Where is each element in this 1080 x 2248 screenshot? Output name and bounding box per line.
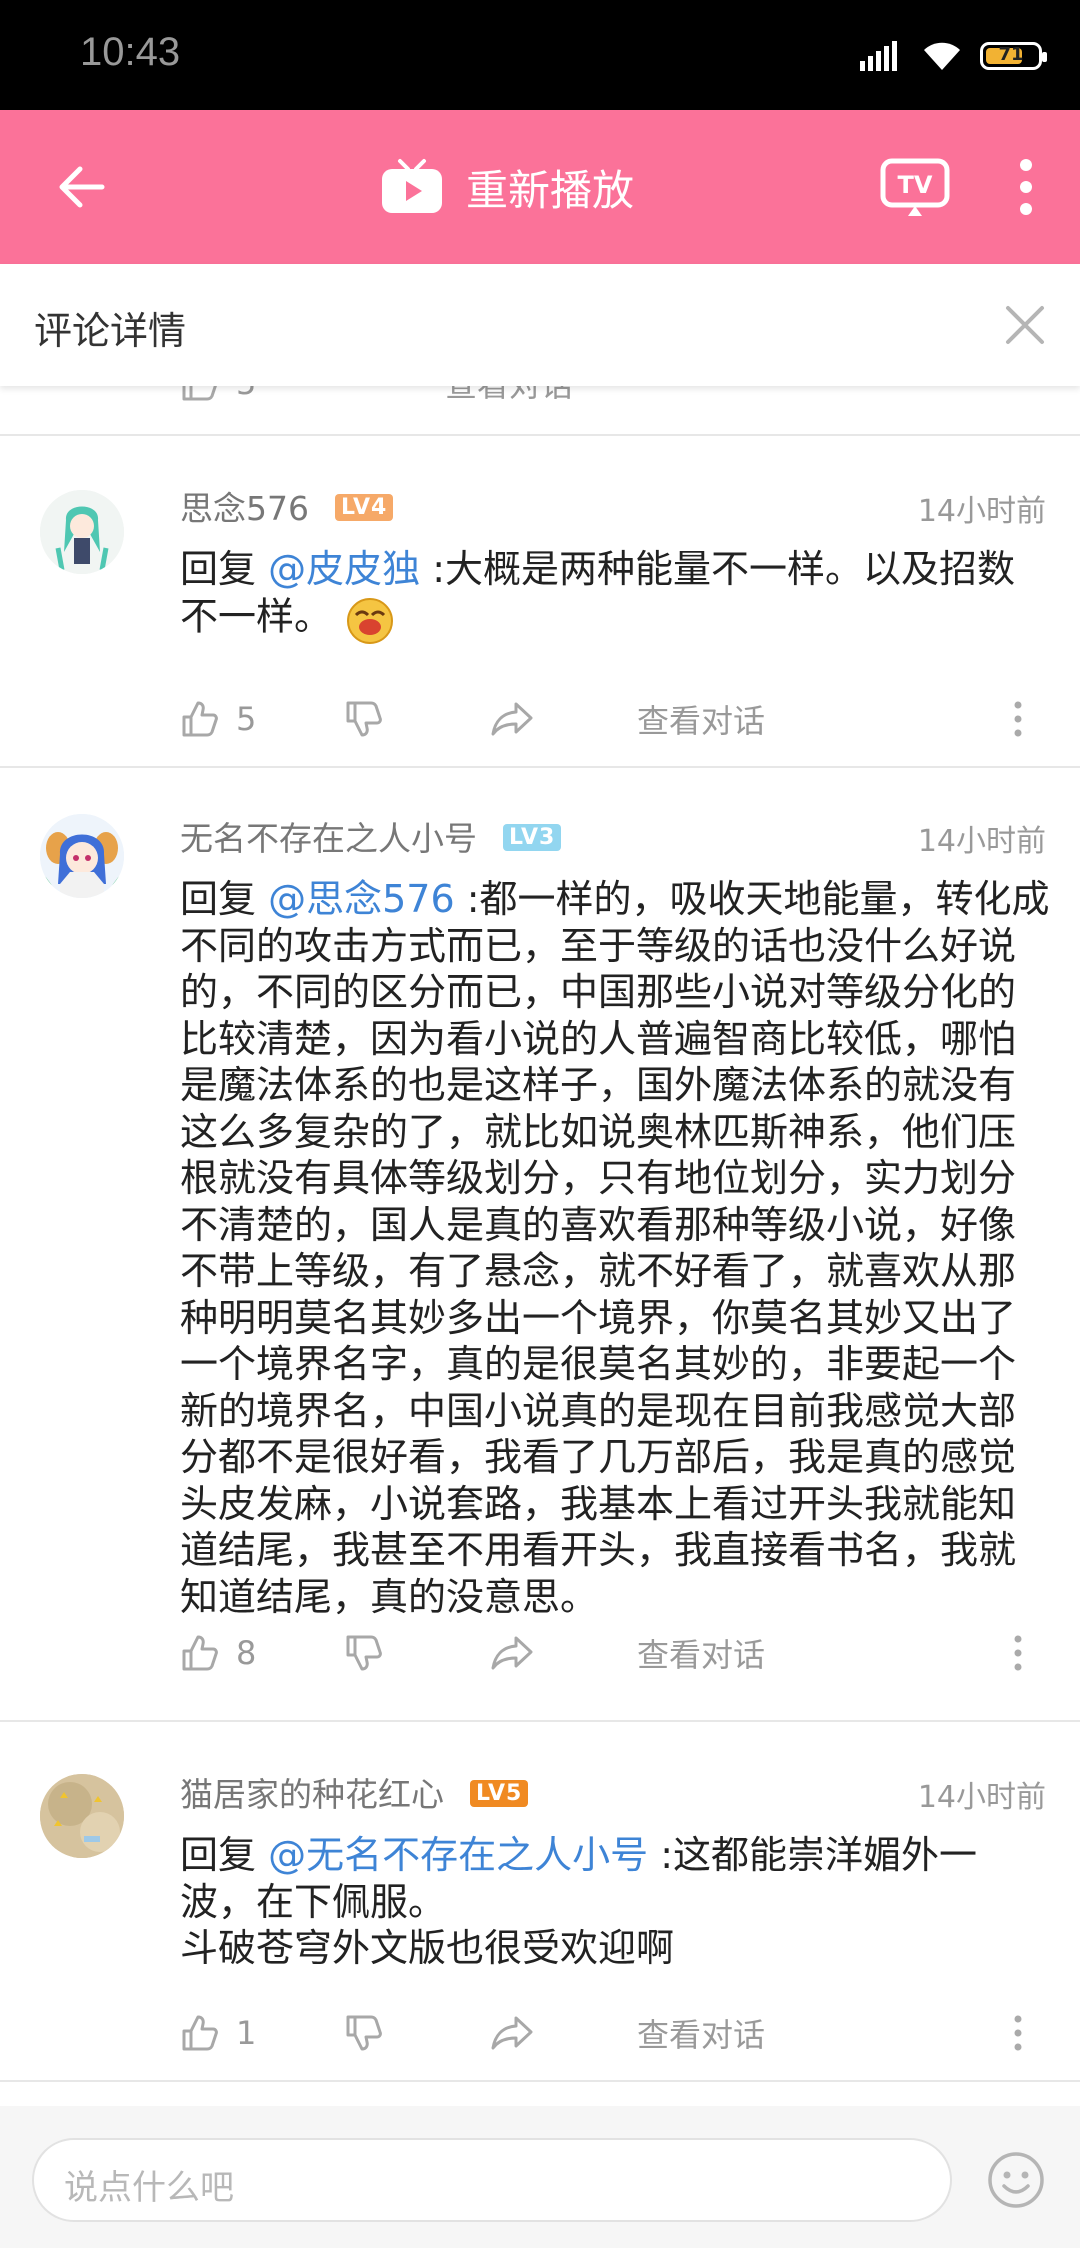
smiley-face-icon	[988, 2152, 1044, 2208]
like-button[interactable]: 1	[180, 2008, 256, 2058]
thumbs-up-icon	[182, 1635, 218, 1671]
share-button[interactable]	[490, 1628, 534, 1678]
more-vertical-icon	[1014, 1635, 1022, 1671]
emoji-button[interactable]	[986, 2150, 1046, 2210]
comment-time: 14小时前	[917, 824, 1046, 859]
share-button[interactable]	[490, 694, 534, 744]
thumbs-down-icon	[346, 701, 382, 737]
battery-icon: 71	[980, 42, 1047, 70]
username-row: 无名不存在之人小号 LV3	[180, 812, 562, 860]
share-arrow-icon	[491, 2016, 533, 2050]
thumbs-down-icon	[346, 2015, 382, 2051]
more-menu-button[interactable]	[1000, 154, 1052, 220]
like-count: 8	[236, 1634, 257, 1672]
level-badge: LV4	[335, 494, 394, 521]
avatar[interactable]	[40, 814, 124, 898]
comment-detail-title: 评论详情	[34, 309, 187, 353]
comment-more-button[interactable]	[1006, 694, 1030, 744]
comment-input[interactable]: 说点什么吧	[32, 2138, 952, 2222]
action-bar: 8 查看对话	[180, 1628, 1050, 1678]
like-button[interactable]: 8	[180, 1628, 256, 1678]
avatar-image-icon	[40, 1774, 124, 1858]
dislike-button[interactable]	[344, 694, 384, 744]
cast-tv-button[interactable]: TV	[880, 158, 950, 218]
tv-cast-icon: TV	[880, 158, 950, 216]
laughing-emoji-icon	[347, 597, 394, 644]
mention-link[interactable]: @思念576	[268, 877, 455, 921]
more-vertical-icon	[1020, 159, 1032, 215]
divider	[0, 2080, 1080, 2082]
share-button[interactable]	[490, 2008, 534, 2058]
comment-more-button[interactable]	[1006, 1628, 1030, 1678]
comment-input-placeholder: 说点什么吧	[64, 2168, 234, 2208]
back-button[interactable]	[48, 154, 114, 220]
close-icon	[1006, 306, 1044, 344]
play-tv-icon	[382, 159, 442, 213]
comment-more-button[interactable]	[1006, 2008, 1030, 2058]
comment-text: 回复 @皮皮独 :大概是两种能量不一样。以及招数不一样。	[180, 546, 1050, 645]
username-row: 思念576 LV4	[180, 482, 394, 530]
level-badge: LV3	[503, 824, 562, 851]
replay-button[interactable]: 重新播放	[380, 152, 634, 222]
more-vertical-icon	[1014, 2015, 1022, 2051]
view-conversation-link[interactable]: 查看对话	[637, 2008, 765, 2058]
mention-link[interactable]: @无名不存在之人小号	[268, 1833, 648, 1877]
avatar-image-icon	[40, 814, 124, 898]
thumbs-up-icon	[182, 701, 218, 737]
share-arrow-icon	[491, 1636, 533, 1670]
comment-text: 回复 @无名不存在之人小号 :这都能崇洋媚外一波，在下佩服。 斗破苍穹外文版也很…	[180, 1833, 977, 1970]
username[interactable]: 猫居家的种花红心	[180, 1775, 444, 1814]
view-conversation-link[interactable]: 查看对话	[637, 1628, 765, 1678]
status-icons: 71	[860, 34, 1047, 78]
like-count: 5	[236, 700, 257, 738]
comment-item: 无名不存在之人小号 LV3 14小时前 回复 @思念576 :都一样的，吸收天地能…	[0, 768, 1080, 1720]
comment-item: 猫居家的种花红心 LV5 14小时前 回复 @无名不存在之人小号 :这都能崇洋媚外…	[0, 1722, 1080, 2080]
more-vertical-icon	[1014, 701, 1022, 737]
back-arrow-icon	[59, 166, 105, 208]
svg-text:TV: TV	[898, 171, 933, 199]
comment-input-bar: 说点什么吧	[0, 2106, 1080, 2248]
dislike-button[interactable]	[344, 2008, 384, 2058]
username[interactable]: 思念576	[180, 489, 309, 528]
level-badge: LV5	[470, 1780, 529, 1807]
action-bar: 1 查看对话	[180, 2008, 1050, 2058]
avatar[interactable]	[40, 1774, 124, 1858]
comment-time: 14小时前	[917, 494, 1046, 529]
share-arrow-icon	[491, 702, 533, 736]
dislike-button[interactable]	[344, 1628, 384, 1678]
top-app-bar: 重新播放 TV	[0, 110, 1080, 264]
like-button[interactable]: 5	[180, 694, 256, 744]
comment-item: 思念576 LV4 14小时前 回复 @皮皮独 :大概是两种能量不一样。以及招数不…	[0, 436, 1080, 766]
replay-label: 重新播放	[466, 165, 635, 215]
like-count: 1	[236, 2014, 257, 2052]
mention-link[interactable]: @皮皮独	[268, 547, 420, 591]
comment-time: 14小时前	[917, 1780, 1046, 1815]
thumbs-down-icon	[346, 1635, 382, 1671]
comment-text: 回复 @思念576 :都一样的，吸收天地能量，转化成不同的攻击方式而已，至于等级…	[180, 877, 1050, 1619]
thumbs-up-icon	[182, 2015, 218, 2051]
status-bar: 10:43 71	[0, 0, 1080, 110]
signal-icon	[860, 41, 897, 71]
battery-percent: 71	[998, 44, 1024, 65]
username-row: 猫居家的种花红心 LV5	[180, 1768, 529, 1816]
action-bar: 5 查看对话	[180, 694, 1050, 744]
close-button[interactable]	[1000, 300, 1050, 350]
avatar[interactable]	[40, 490, 124, 574]
avatar-image-icon	[40, 490, 124, 574]
view-conversation-link[interactable]: 查看对话	[637, 694, 765, 744]
username[interactable]: 无名不存在之人小号	[180, 819, 477, 858]
comment-detail-header: 评论详情	[0, 264, 1080, 386]
wifi-icon	[924, 42, 960, 70]
